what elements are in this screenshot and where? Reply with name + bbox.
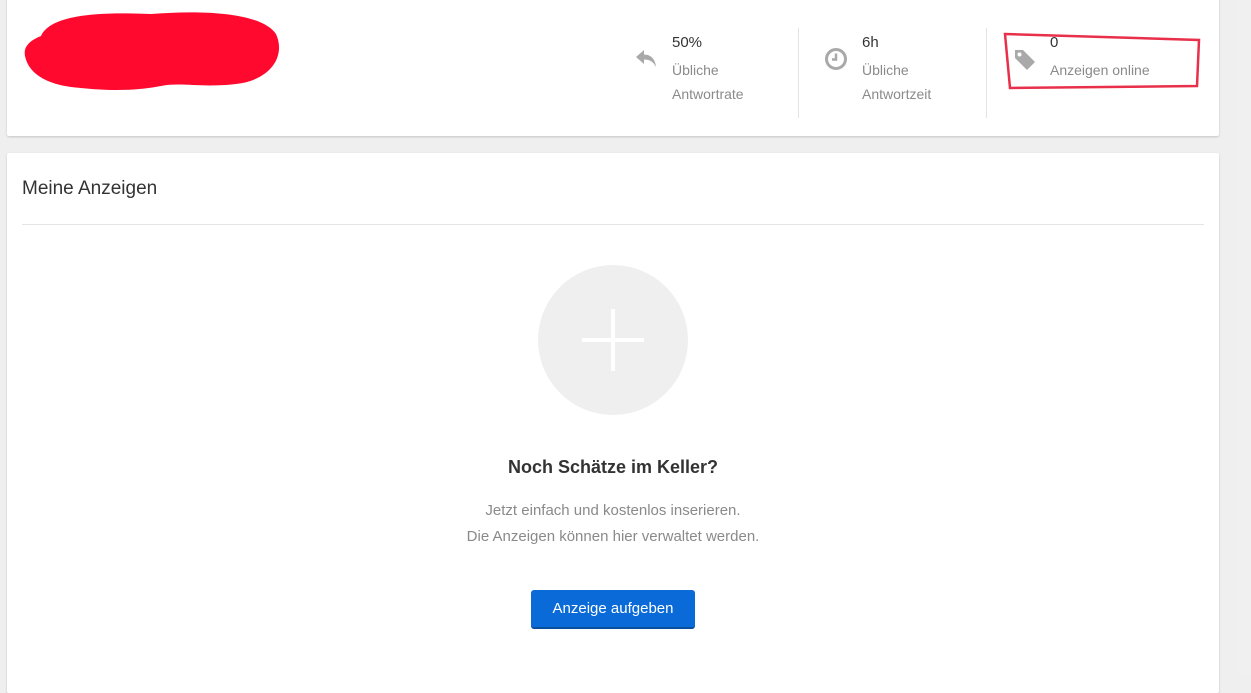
section-title: Meine Anzeigen <box>22 178 158 199</box>
response-rate-label: Übliche Antwortrate <box>672 58 782 106</box>
response-time-label-line1: Übliche <box>862 62 909 78</box>
reply-icon <box>634 46 660 72</box>
response-rate-label-line2: Antwortrate <box>672 86 744 102</box>
my-ads-card: Meine Anzeigen Noch Schätze im Keller? J… <box>7 153 1219 693</box>
section-divider <box>22 224 1204 225</box>
empty-state-text-line2: Die Anzeigen können hier verwaltet werde… <box>466 528 760 545</box>
ads-online-label: Anzeigen online <box>1050 58 1160 82</box>
scrollbar[interactable] <box>1237 0 1251 674</box>
empty-state-text: Jetzt einfach und kostenlos inserieren. … <box>7 498 1219 550</box>
ads-online-label-line1: Anzeigen online <box>1050 62 1150 78</box>
stat-divider <box>798 28 799 118</box>
response-time-label: Übliche Antwortzeit <box>862 58 972 106</box>
stat-response-time: 6h Übliche Antwortzeit <box>824 28 984 118</box>
empty-state-text-line1: Jetzt einfach und kostenlos inserieren. <box>485 502 741 519</box>
response-time-value: 6h <box>862 34 879 51</box>
tag-icon <box>1012 46 1038 72</box>
empty-state-heading: Noch Schätze im Keller? <box>507 457 719 477</box>
redacted-username-mark <box>24 12 280 90</box>
response-rate-value: 50% <box>672 34 703 51</box>
clock-icon <box>824 46 850 72</box>
response-rate-label-line1: Übliche <box>672 62 719 78</box>
stat-response-rate: 50% Übliche Antwortrate <box>634 28 794 118</box>
stat-ads-online: 0 Anzeigen online <box>1012 28 1202 118</box>
response-time-label-line2: Antwortzeit <box>862 86 932 102</box>
post-ad-button[interactable]: Anzeige aufgeben <box>531 590 695 629</box>
add-ad-button[interactable] <box>538 265 688 415</box>
profile-header-card: 50% Übliche Antwortrate 6h Übliche Antwo… <box>7 0 1219 136</box>
plus-icon-vertical <box>611 309 615 371</box>
ads-online-value: 0 <box>1050 34 1059 51</box>
stat-divider <box>986 28 987 118</box>
